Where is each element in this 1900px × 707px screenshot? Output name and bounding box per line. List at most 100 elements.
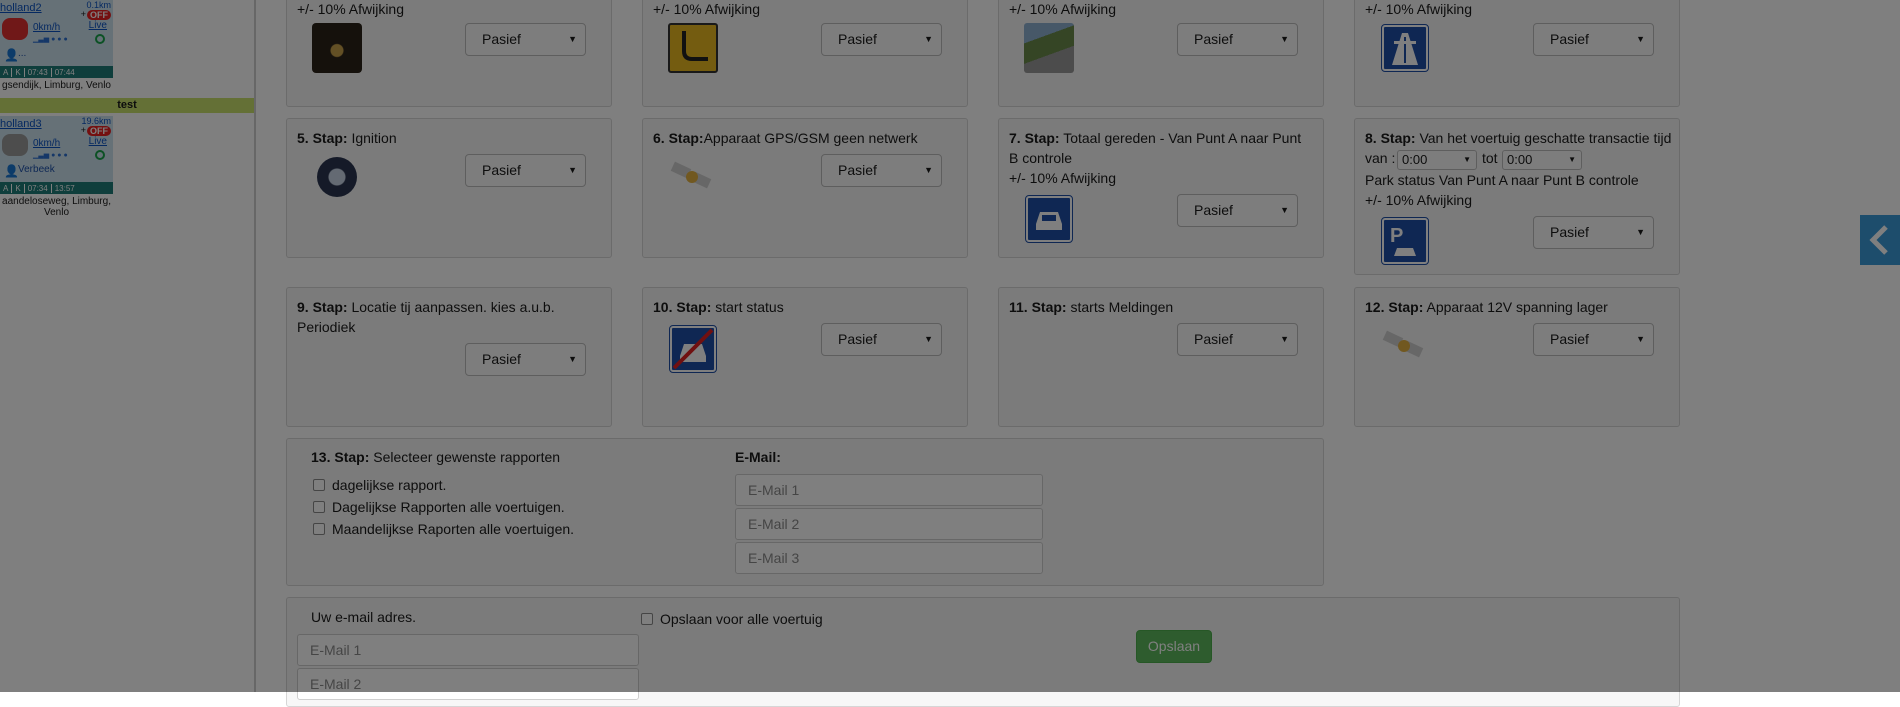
step-5-title: 5. Stap: Ignition: [297, 130, 397, 146]
step-panel-8: 8. Stap: Van het voertuig geschatte tran…: [1354, 118, 1680, 275]
step-11-select[interactable]: Pasief ▼: [1177, 323, 1298, 356]
vehicle-speed[interactable]: 0km/h: [33, 22, 60, 33]
step-panel-2: +/- 10% Afwijking Pasief ▼: [642, 0, 968, 107]
status-ring-icon: [95, 34, 105, 44]
step-12-title: 12. Stap: Apparaat 12V spanning lager: [1365, 299, 1608, 315]
vehicle-speed[interactable]: 0km/h: [33, 138, 60, 149]
vehicle-footer: A K 07:43 07:44: [0, 66, 113, 78]
step-panel-3: +/- 10% Afwijking Pasief ▼: [998, 0, 1324, 107]
live-link[interactable]: Live: [89, 20, 107, 31]
chevron-left-icon: [1869, 225, 1888, 255]
email-field-3[interactable]: E-Mail 3: [735, 542, 1043, 574]
step-1-select[interactable]: Pasief ▼: [465, 23, 586, 56]
deviation-text: +/- 10% Afwijking: [1009, 1, 1116, 17]
park-status-text: Park status Van Punt A naar Punt B contr…: [1365, 172, 1639, 188]
vehicle-footer: A K 07:34 13:57: [0, 182, 113, 194]
deviation-text: +/- 10% Afwijking: [653, 1, 760, 17]
deviation-text: +/- 10% Afwijking: [297, 1, 404, 17]
option-label: Maandelijkse Raporten alle voertuigen.: [332, 521, 575, 537]
email-field-1[interactable]: E-Mail 1: [735, 474, 1043, 506]
email-field-2[interactable]: E-Mail 2: [735, 508, 1043, 540]
footer-time-end: 13:57: [54, 183, 75, 193]
parking-sign-icon: P: [1381, 217, 1429, 265]
vehicle-plus: +: [80, 9, 86, 19]
step-12-select[interactable]: Pasief ▼: [1533, 323, 1654, 356]
checkbox[interactable]: [641, 613, 653, 625]
deviation-text: +/- 10% Afwijking: [1009, 170, 1116, 186]
driver-name: ...: [18, 48, 27, 59]
footer-time-end: 07:44: [54, 67, 75, 77]
live-link[interactable]: Live: [89, 136, 107, 147]
step-panel-6: 6. Stap:Apparaat GPS/GSM geen netwerk Pa…: [642, 118, 968, 258]
checkbox[interactable]: [313, 501, 325, 513]
satellite-icon: [668, 157, 716, 199]
step-8-title: 8. Stap: Van het voertuig geschatte tran…: [1365, 130, 1672, 146]
step-6-title: 6. Stap:Apparaat GPS/GSM geen netwerk: [653, 130, 918, 146]
car-sign-icon: [1025, 195, 1073, 243]
report-option-daily-all[interactable]: Dagelijkse Rapporten alle voertuigen.: [313, 499, 565, 515]
status-ring-icon: [95, 150, 105, 160]
vehicle-icon: [2, 18, 28, 40]
group-bar[interactable]: test: [0, 98, 254, 113]
option-label: dagelijkse rapport.: [332, 477, 447, 493]
time-from-select[interactable]: 0:00 ▼: [1397, 150, 1477, 170]
save-form-panel: Uw e-mail adres. E-Mail 1 E-Mail 2 Opsla…: [286, 597, 1680, 707]
save-all-vehicles[interactable]: Opslaan voor alle voertuig: [641, 611, 823, 627]
deviation-text: +/- 10% Afwijking: [1365, 1, 1472, 17]
step-10-select[interactable]: Pasief ▼: [821, 323, 942, 356]
report-option-monthly-all[interactable]: Maandelijkse Raporten alle voertuigen.: [313, 521, 574, 537]
option-label: Dagelijkse Rapporten alle voertuigen.: [332, 499, 565, 515]
step-panel-4: +/- 10% Afwijking Pasief ▼: [1354, 0, 1680, 107]
step-9-title: 9. Stap: Locatie tij aanpassen. kies a.u…: [297, 299, 555, 335]
user-email-label: Uw e-mail adres.: [311, 609, 417, 625]
step-10-title: 10. Stap: start status: [653, 299, 784, 315]
step-9-select[interactable]: Pasief ▼: [465, 343, 586, 376]
step-panel-10: 10. Stap: start status Pasief ▼: [642, 287, 968, 427]
user-email-field-2[interactable]: E-Mail 2: [297, 668, 639, 700]
vehicle-address: aandeloseweg, Limburg, Venlo: [2, 196, 111, 218]
report-option-daily[interactable]: dagelijkse rapport.: [313, 477, 446, 493]
driver-name: Verbeek: [18, 164, 55, 175]
highway-sign-icon: [1381, 24, 1429, 72]
step-panel-12: 12. Stap: Apparaat 12V spanning lager Pa…: [1354, 287, 1680, 427]
email-label: E-Mail:: [735, 449, 781, 465]
footer-time-start: 07:34: [25, 183, 52, 193]
vehicle-distance: 0.1km: [86, 0, 111, 10]
footer-time-start: 07:43: [25, 67, 52, 77]
deviation-text: +/- 10% Afwijking: [1365, 192, 1472, 208]
signal-icon: ▁▃▅ ● ● ●: [33, 152, 68, 159]
user-email-field-1[interactable]: E-Mail 1: [297, 634, 639, 666]
step-2-select[interactable]: Pasief ▼: [821, 23, 942, 56]
step-8-select[interactable]: Pasief ▼: [1533, 216, 1654, 249]
step-7-select[interactable]: Pasief ▼: [1177, 194, 1298, 227]
speedometer-icon: [312, 23, 362, 73]
checkbox[interactable]: [313, 479, 325, 491]
vehicle-address: gsendijk, Limburg, Venlo: [2, 80, 111, 91]
checkbox[interactable]: [313, 523, 325, 535]
vehicle-name-link[interactable]: holland3: [0, 118, 42, 130]
road-photo-icon: [1024, 23, 1074, 73]
step-panel-11: 11. Stap: starts Meldingen Pasief ▼: [998, 287, 1324, 427]
no-car-sign-icon: [669, 325, 717, 373]
footer-a: A: [0, 67, 13, 77]
tot-label: tot: [1482, 150, 1498, 166]
signal-icon: ▁▃▅ ● ● ●: [33, 36, 68, 43]
step-11-title: 11. Stap: starts Meldingen: [1009, 299, 1174, 315]
vehicle-name-link[interactable]: holland2: [0, 2, 42, 14]
status-badge: OFF: [87, 126, 111, 136]
satellite-icon: [1380, 326, 1428, 368]
save-button[interactable]: Opslaan: [1136, 630, 1212, 663]
save-all-label: Opslaan voor alle voertuig: [660, 611, 823, 627]
step-panel-9: 9. Stap: Locatie tij aanpassen. kies a.u…: [286, 287, 612, 427]
sidebar-divider: [254, 0, 256, 692]
step-3-select[interactable]: Pasief ▼: [1177, 23, 1298, 56]
step-6-select[interactable]: Pasief ▼: [821, 154, 942, 187]
step-4-select[interactable]: Pasief ▼: [1533, 23, 1654, 56]
step-7-title: 7. Stap: Totaal gereden - Van Punt A naa…: [1009, 130, 1302, 166]
step-panel-13: 13. Stap: Selecteer gewenste rapporten d…: [286, 438, 1324, 586]
collapse-panel-button[interactable]: [1860, 215, 1900, 265]
time-to-select[interactable]: 0:00 ▼: [1502, 150, 1582, 170]
step-5-select[interactable]: Pasief ▼: [465, 154, 586, 187]
vehicle-sidebar: holland2 0.1km + OFF 0km/h Live ▁▃▅ ● ● …: [0, 0, 254, 692]
step-panel-1: +/- 10% Afwijking Pasief ▼: [286, 0, 612, 107]
